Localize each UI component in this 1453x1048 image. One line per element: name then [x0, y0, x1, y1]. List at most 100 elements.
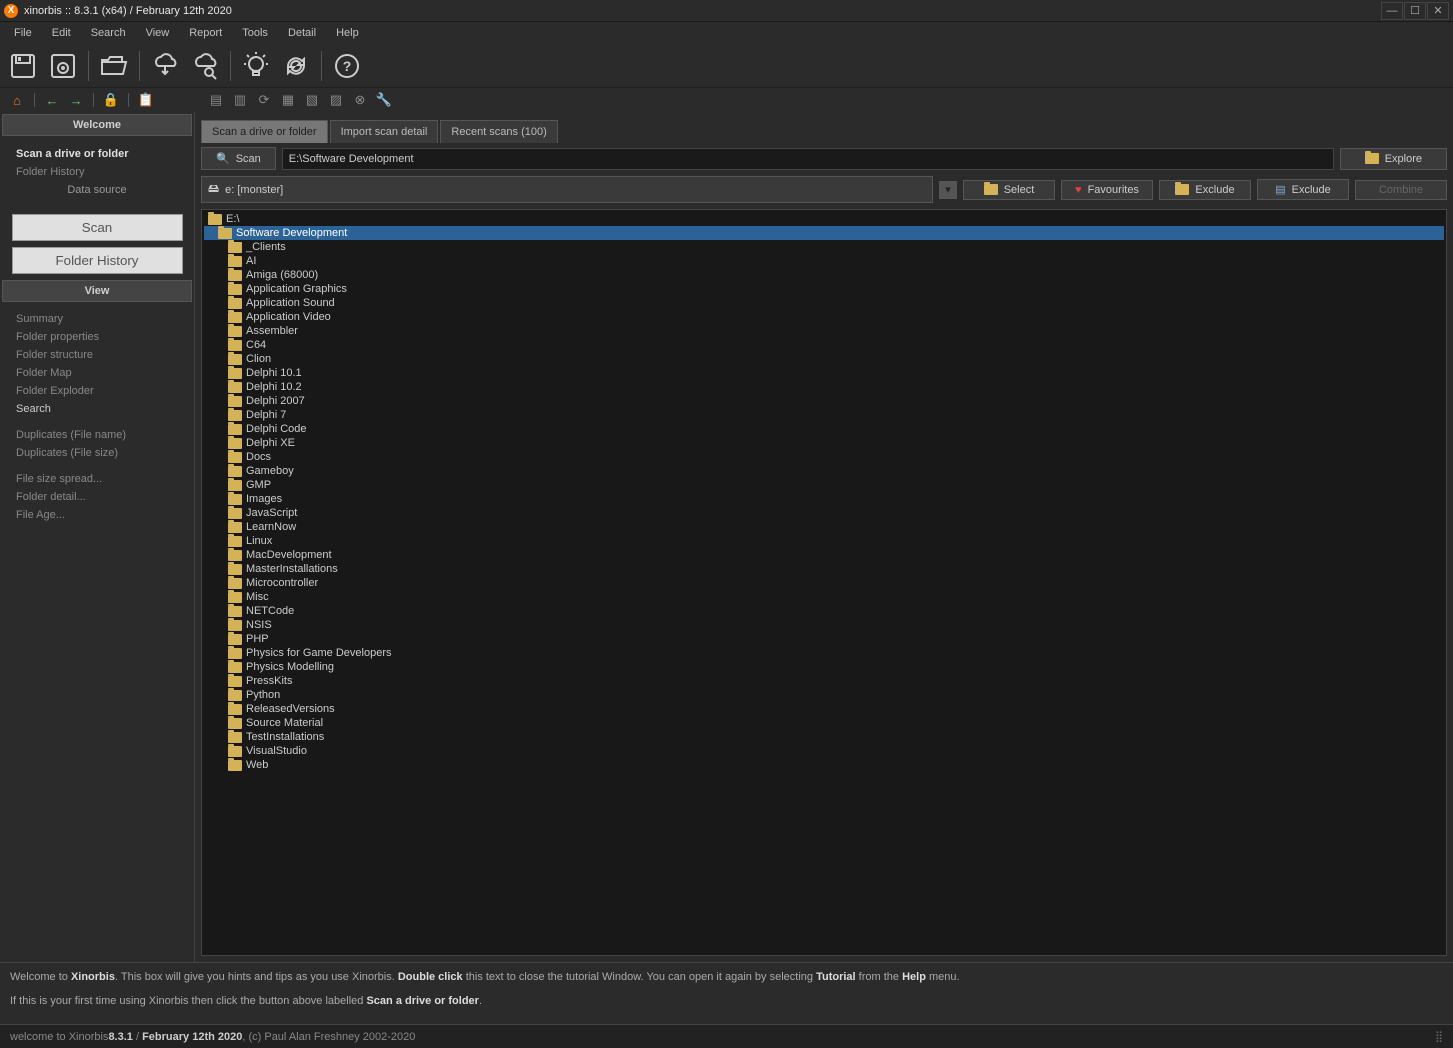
- menu-report[interactable]: Report: [181, 25, 230, 41]
- select-button[interactable]: Select: [963, 180, 1055, 200]
- tree-item[interactable]: Source Material: [204, 716, 1444, 730]
- tab-scan[interactable]: Scan a drive or folder: [201, 120, 328, 143]
- combine-button[interactable]: Combine: [1355, 180, 1447, 200]
- menu-file[interactable]: File: [6, 25, 40, 41]
- home-icon[interactable]: ⌂: [8, 91, 26, 109]
- sidebar-item-folder-detail[interactable]: Folder detail...: [16, 488, 178, 506]
- tree-item[interactable]: Amiga (68000): [204, 268, 1444, 282]
- scan-button[interactable]: Scan: [12, 214, 183, 241]
- tree-item[interactable]: Application Video: [204, 310, 1444, 324]
- sidebar-item-folder-exploder[interactable]: Folder Exploder: [16, 382, 178, 400]
- sidebar-item-search[interactable]: Search: [16, 400, 178, 418]
- tree-item[interactable]: NSIS: [204, 618, 1444, 632]
- tab-import[interactable]: Import scan detail: [330, 120, 439, 143]
- menu-edit[interactable]: Edit: [44, 25, 79, 41]
- tree-item[interactable]: Docs: [204, 450, 1444, 464]
- menu-search[interactable]: Search: [83, 25, 134, 41]
- favourites-button[interactable]: ♥ Favourites: [1061, 180, 1153, 200]
- exclude-button-2[interactable]: ▤ Exclude: [1257, 179, 1349, 200]
- back-arrow-icon[interactable]: ←: [43, 91, 61, 109]
- sidebar-item-dup-name[interactable]: Duplicates (File name): [16, 426, 178, 444]
- tree-item[interactable]: _Clients: [204, 240, 1444, 254]
- tree-item[interactable]: Web: [204, 758, 1444, 772]
- tree-item[interactable]: PressKits: [204, 674, 1444, 688]
- tree-item[interactable]: Delphi 7: [204, 408, 1444, 422]
- doc5-icon[interactable]: ▨: [327, 91, 345, 109]
- tree-item[interactable]: LearnNow: [204, 520, 1444, 534]
- lock-icon[interactable]: 🔒: [102, 91, 120, 109]
- clipboard-icon[interactable]: 📋: [137, 91, 155, 109]
- forward-arrow-icon[interactable]: →: [67, 91, 85, 109]
- tree-item[interactable]: Misc: [204, 590, 1444, 604]
- folder-tree[interactable]: E:\Software Development_ClientsAIAmiga (…: [201, 209, 1447, 956]
- explore-button[interactable]: Explore: [1340, 148, 1447, 170]
- tree-item[interactable]: Software Development: [204, 226, 1444, 240]
- refresh-small-icon[interactable]: ⟳: [255, 91, 273, 109]
- dropdown-arrow-icon[interactable]: ▾: [939, 181, 957, 199]
- menu-help[interactable]: Help: [328, 25, 367, 41]
- minimize-button[interactable]: —: [1381, 2, 1403, 20]
- tree-item[interactable]: NETCode: [204, 604, 1444, 618]
- tree-item[interactable]: Clion: [204, 352, 1444, 366]
- folder-history-button[interactable]: Folder History: [12, 247, 183, 274]
- tree-item[interactable]: TestInstallations: [204, 730, 1444, 744]
- path-input[interactable]: E:\Software Development: [282, 148, 1334, 170]
- sidebar-item-filesize-spread[interactable]: File size spread...: [16, 470, 178, 488]
- tree-item[interactable]: Physics Modelling: [204, 660, 1444, 674]
- tree-item[interactable]: AI: [204, 254, 1444, 268]
- tree-item[interactable]: JavaScript: [204, 506, 1444, 520]
- maximize-button[interactable]: ☐: [1404, 2, 1426, 20]
- sidebar-item-folder-map[interactable]: Folder Map: [16, 364, 178, 382]
- hints-panel[interactable]: Welcome to Xinorbis. This box will give …: [0, 962, 1453, 1024]
- doc-icon[interactable]: ▤: [207, 91, 225, 109]
- cancel-icon[interactable]: ⊗: [351, 91, 369, 109]
- tree-item[interactable]: C64: [204, 338, 1444, 352]
- menu-detail[interactable]: Detail: [280, 25, 324, 41]
- tree-item[interactable]: VisualStudio: [204, 744, 1444, 758]
- tree-item[interactable]: Linux: [204, 534, 1444, 548]
- cloud-search-icon[interactable]: [188, 49, 222, 83]
- sidebar-item-folder-structure[interactable]: Folder structure: [16, 346, 178, 364]
- tree-item[interactable]: Application Graphics: [204, 282, 1444, 296]
- sidebar-item-folder-properties[interactable]: Folder properties: [16, 328, 178, 346]
- tree-item[interactable]: MacDevelopment: [204, 548, 1444, 562]
- doc3-icon[interactable]: ▦: [279, 91, 297, 109]
- sidebar-item-file-age[interactable]: File Age...: [16, 506, 178, 524]
- refresh-icon[interactable]: [279, 49, 313, 83]
- help-icon[interactable]: ?: [330, 49, 364, 83]
- tree-item[interactable]: E:\: [204, 212, 1444, 226]
- tree-item[interactable]: Delphi Code: [204, 422, 1444, 436]
- tree-item[interactable]: MasterInstallations: [204, 562, 1444, 576]
- cloud-down-icon[interactable]: [148, 49, 182, 83]
- doc2-icon[interactable]: ▥: [231, 91, 249, 109]
- resize-grip-icon[interactable]: ⣿: [1435, 1030, 1443, 1043]
- menu-view[interactable]: View: [138, 25, 178, 41]
- tree-item[interactable]: GMP: [204, 478, 1444, 492]
- folder-open-icon[interactable]: [97, 49, 131, 83]
- tree-item[interactable]: Images: [204, 492, 1444, 506]
- tree-item[interactable]: ReleasedVersions: [204, 702, 1444, 716]
- close-button[interactable]: ✕: [1427, 2, 1449, 20]
- scan-go-button[interactable]: 🔍 Scan: [201, 147, 276, 170]
- doc4-icon[interactable]: ▧: [303, 91, 321, 109]
- sidebar-item-dup-size[interactable]: Duplicates (File size): [16, 444, 178, 462]
- menu-tools[interactable]: Tools: [234, 25, 276, 41]
- tree-item[interactable]: Python: [204, 688, 1444, 702]
- tree-item[interactable]: Gameboy: [204, 464, 1444, 478]
- tree-item[interactable]: Application Sound: [204, 296, 1444, 310]
- save-icon[interactable]: [6, 49, 40, 83]
- tree-item[interactable]: Microcontroller: [204, 576, 1444, 590]
- tree-item[interactable]: Delphi 2007: [204, 394, 1444, 408]
- tree-item[interactable]: Delphi 10.1: [204, 366, 1444, 380]
- tree-item[interactable]: PHP: [204, 632, 1444, 646]
- exclude-button-1[interactable]: Exclude: [1159, 180, 1251, 200]
- tree-item[interactable]: Assembler: [204, 324, 1444, 338]
- drive-dropdown[interactable]: 🖴 e: [monster]: [201, 176, 933, 203]
- gear-save-icon[interactable]: [46, 49, 80, 83]
- tree-item[interactable]: Delphi XE: [204, 436, 1444, 450]
- sidebar-item-summary[interactable]: Summary: [16, 310, 178, 328]
- tree-item[interactable]: Delphi 10.2: [204, 380, 1444, 394]
- bulb-icon[interactable]: [239, 49, 273, 83]
- wrench-icon[interactable]: 🔧: [375, 91, 393, 109]
- tree-item[interactable]: Physics for Game Developers: [204, 646, 1444, 660]
